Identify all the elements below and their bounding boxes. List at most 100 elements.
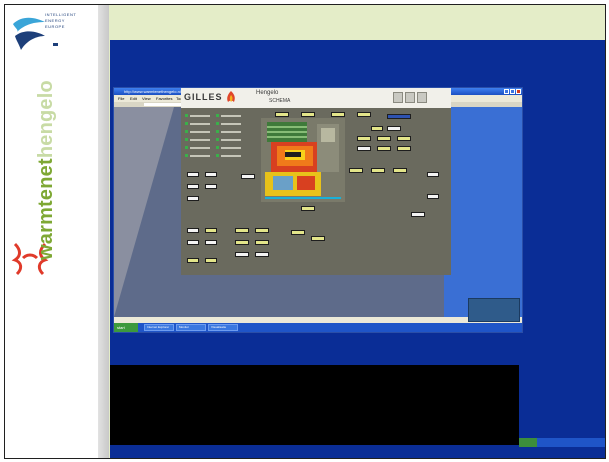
status-led	[185, 154, 188, 157]
value-tag	[205, 172, 217, 177]
eu-flag-icon	[53, 43, 58, 46]
slide-sidebar: INTELLIGENT ENERGY EUROPE warmtenethenge…	[5, 5, 98, 458]
value-tag	[205, 184, 217, 189]
value-tag	[291, 230, 305, 235]
value-tag	[357, 112, 371, 117]
value-tag	[377, 146, 391, 151]
value-tag	[427, 194, 439, 199]
value-tag	[255, 252, 269, 257]
value-tag	[235, 228, 249, 233]
menu-edit[interactable]: Edit	[130, 96, 137, 101]
content-background	[444, 107, 522, 317]
value-tag	[187, 172, 199, 177]
setpoint-field[interactable]	[387, 114, 411, 119]
close-icon[interactable]	[516, 89, 521, 94]
status-label	[190, 155, 210, 157]
scada-nav-button[interactable]	[417, 92, 427, 103]
status-led	[185, 146, 188, 149]
value-tag	[187, 228, 199, 233]
menu-view[interactable]: View	[142, 96, 151, 101]
value-tag	[235, 240, 249, 245]
value-tag	[255, 240, 269, 245]
inner-taskbar: start Internet Explorer Monitor Visualis…	[114, 323, 522, 332]
value-tag	[235, 252, 249, 257]
menu-favorites[interactable]: Favorites	[156, 96, 172, 101]
value-tag	[357, 136, 371, 141]
gilles-logo-text: GILLES	[184, 92, 223, 102]
value-tag	[205, 240, 217, 245]
value-tag	[397, 146, 411, 151]
minimize-icon[interactable]	[504, 89, 509, 94]
brand-name-part2: hengelo	[35, 80, 57, 159]
value-tag	[349, 168, 363, 173]
status-label	[190, 139, 210, 141]
status-led	[185, 114, 188, 117]
scada-title: Hengelo	[256, 90, 279, 96]
value-tag	[357, 146, 371, 151]
value-tag	[397, 136, 411, 141]
scada-nav-button[interactable]	[405, 92, 415, 103]
taskbar-item[interactable]: Visualisatie	[208, 324, 238, 331]
scada-header: GILLES Hengelo SCHEMA	[181, 88, 451, 108]
iee-text-line: ENERGY	[45, 18, 65, 23]
black-overlay	[110, 365, 519, 445]
status-led	[216, 138, 219, 141]
status-led	[185, 130, 188, 133]
menu-file[interactable]: File	[118, 96, 124, 101]
scada-subtitle: SCHEMA	[269, 98, 291, 104]
value-tag	[187, 240, 199, 245]
value-tag	[371, 168, 385, 173]
iee-text-line: INTELLIGENT	[45, 12, 77, 17]
scada-panel: GILLES Hengelo SCHEMA	[181, 88, 451, 275]
value-tag	[331, 112, 345, 117]
status-led	[216, 130, 219, 133]
sidebar-divider	[98, 5, 109, 458]
value-tag	[275, 112, 289, 117]
status-led	[216, 114, 219, 117]
status-led	[185, 122, 188, 125]
scada-nav-button[interactable]	[393, 92, 403, 103]
value-tag	[427, 172, 439, 177]
status-label	[221, 131, 241, 133]
brand-name-part1: warmtenet	[35, 158, 57, 260]
status-label	[221, 115, 241, 117]
screenshot-desktop: http://www.warmtenethengelo.nl - Microso…	[110, 40, 605, 458]
status-led	[216, 122, 219, 125]
status-label	[190, 147, 210, 149]
status-label	[190, 115, 210, 117]
value-tag	[205, 228, 217, 233]
status-led	[185, 138, 188, 141]
intelligent-energy-europe-logo	[13, 17, 45, 50]
value-tag	[187, 184, 199, 189]
value-tag	[205, 258, 217, 263]
taskbar-item[interactable]: Monitor	[176, 324, 206, 331]
value-tag	[411, 212, 425, 217]
value-tag	[387, 126, 401, 131]
value-tag	[371, 126, 383, 131]
desktop-start-button[interactable]	[519, 438, 537, 447]
inner-thumbnail-window	[468, 298, 520, 322]
boiler-schematic	[261, 118, 345, 202]
status-label	[221, 123, 241, 125]
start-button[interactable]: start	[114, 323, 138, 332]
value-tag	[311, 236, 325, 241]
warmtenet-brand-text: warmtenethengelo	[35, 80, 58, 260]
slide-frame: INTELLIGENT ENERGY EUROPE warmtenethenge…	[4, 4, 606, 459]
value-tag	[255, 228, 269, 233]
status-led	[216, 154, 219, 157]
maximize-icon[interactable]	[510, 89, 515, 94]
value-tag	[187, 196, 199, 201]
status-label	[190, 131, 210, 133]
value-tag	[241, 174, 255, 179]
status-label	[190, 123, 210, 125]
iee-text-line: EUROPE	[45, 24, 65, 29]
taskbar-item[interactable]: Internet Explorer	[144, 324, 174, 331]
value-tag	[393, 168, 407, 173]
status-label	[221, 139, 241, 141]
value-tag	[187, 258, 199, 263]
flame-icon	[227, 91, 235, 102]
value-tag	[301, 112, 315, 117]
status-led	[216, 146, 219, 149]
status-label	[221, 155, 241, 157]
status-label	[221, 147, 241, 149]
